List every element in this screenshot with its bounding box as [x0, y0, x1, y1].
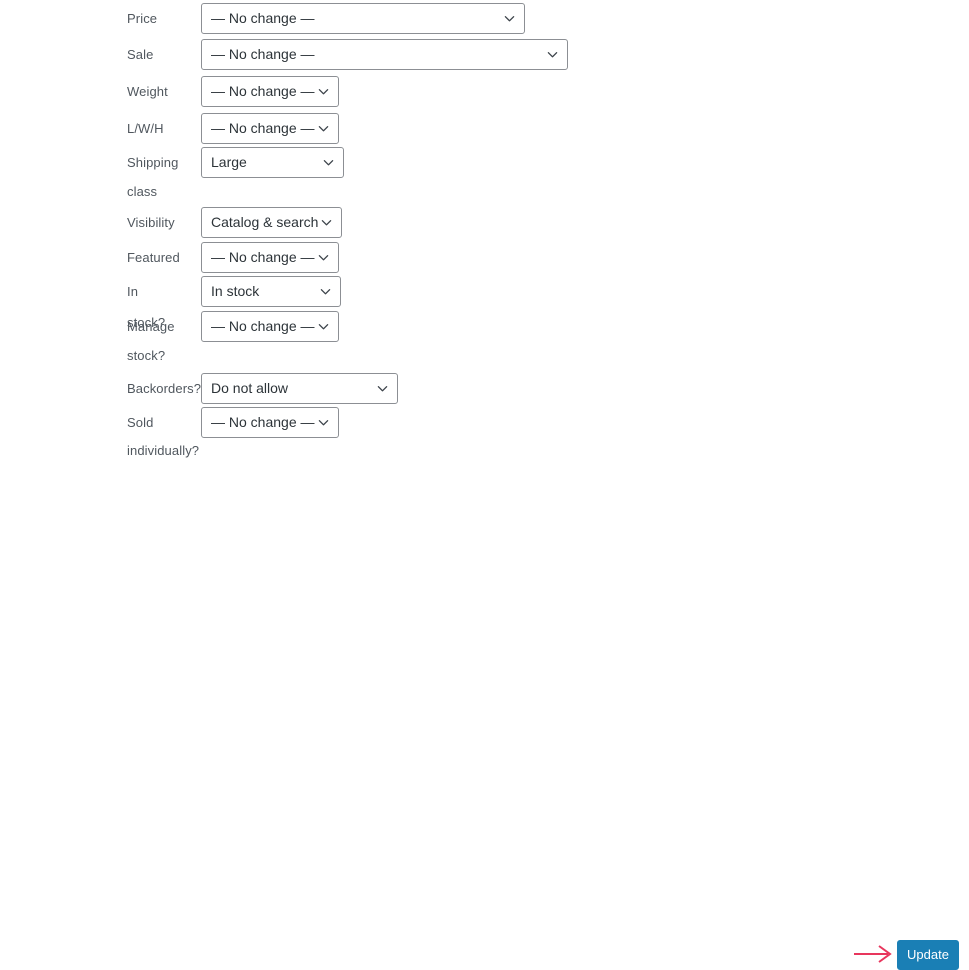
select-dimensions-value: — No change — — [211, 120, 315, 136]
product-bulk-edit-form: Price — No change — Sale — No change — W… — [0, 0, 969, 512]
chevron-down-icon — [318, 417, 329, 428]
select-shipping-class[interactable]: Large — [201, 147, 344, 178]
select-backorders[interactable]: Do not allow — [201, 373, 398, 404]
select-in-stock-value: In stock — [211, 283, 260, 299]
field-row-dimensions: L/W/H — No change — — [127, 113, 339, 144]
field-label-dimensions: L/W/H — [127, 121, 164, 136]
field-row-manage-stock: Manage — No change — — [127, 311, 339, 342]
select-sale-value: — No change — — [211, 46, 315, 62]
field-row-price: Price — No change — — [127, 3, 525, 34]
field-row-sold-individually: Sold — No change — — [127, 407, 339, 438]
chevron-down-icon — [377, 383, 388, 394]
field-label-price: Price — [127, 11, 158, 26]
field-label-manage-stock-line2: stock? — [127, 348, 166, 363]
chevron-down-icon — [547, 49, 558, 60]
field-label-shipping-class-line2: class — [127, 184, 158, 199]
field-row-shipping-class: Shipping Large — [127, 147, 344, 178]
select-featured[interactable]: — No change — — [201, 242, 339, 273]
select-manage-stock[interactable]: — No change — — [201, 311, 339, 342]
field-row-weight: Weight — No change — — [127, 76, 339, 107]
select-dimensions[interactable]: — No change — — [201, 113, 339, 144]
field-row-visibility: Visibility Catalog & search — [127, 207, 342, 238]
chevron-down-icon — [318, 252, 329, 263]
field-label-featured: Featured — [127, 250, 180, 265]
arrow-right-icon — [853, 944, 893, 964]
select-weight[interactable]: — No change — — [201, 76, 339, 107]
field-label-weight: Weight — [127, 84, 168, 99]
select-visibility-value: Catalog & search — [211, 214, 319, 230]
select-price-value: — No change — — [211, 10, 315, 26]
field-row-featured: Featured — No change — — [127, 242, 339, 273]
select-manage-stock-value: — No change — — [211, 318, 315, 334]
field-label-visibility: Visibility — [127, 215, 175, 230]
chevron-down-icon — [504, 13, 515, 24]
select-sale[interactable]: — No change — — [201, 39, 568, 70]
select-featured-value: — No change — — [211, 249, 315, 265]
chevron-down-icon — [318, 86, 329, 97]
select-weight-value: — No change — — [211, 83, 315, 99]
chevron-down-icon — [318, 123, 329, 134]
select-sold-individually[interactable]: — No change — — [201, 407, 339, 438]
select-backorders-value: Do not allow — [211, 380, 289, 396]
chevron-down-icon — [323, 157, 334, 168]
select-price[interactable]: — No change — — [201, 3, 525, 34]
field-label-sale: Sale — [127, 47, 154, 62]
field-row-sale: Sale — No change — — [127, 39, 568, 70]
chevron-down-icon — [321, 217, 332, 228]
select-in-stock[interactable]: In stock — [201, 276, 341, 307]
field-row-backorders: Backorders? Do not allow — [127, 373, 398, 404]
select-visibility[interactable]: Catalog & search — [201, 207, 342, 238]
field-label-shipping-class: Shipping — [127, 155, 179, 170]
field-label-manage-stock: Manage — [127, 319, 175, 334]
select-sold-individually-value: — No change — — [211, 414, 315, 430]
field-label-backorders: Backorders? — [127, 381, 202, 396]
select-shipping-class-value: Large — [211, 154, 247, 170]
update-button[interactable]: Update — [897, 940, 959, 970]
field-label-sold-individually-line2: individually? — [127, 443, 200, 458]
form-actions: Update — [0, 466, 969, 970]
field-label-sold-individually: Sold — [127, 415, 154, 430]
chevron-down-icon — [318, 321, 329, 332]
chevron-down-icon — [320, 286, 331, 297]
